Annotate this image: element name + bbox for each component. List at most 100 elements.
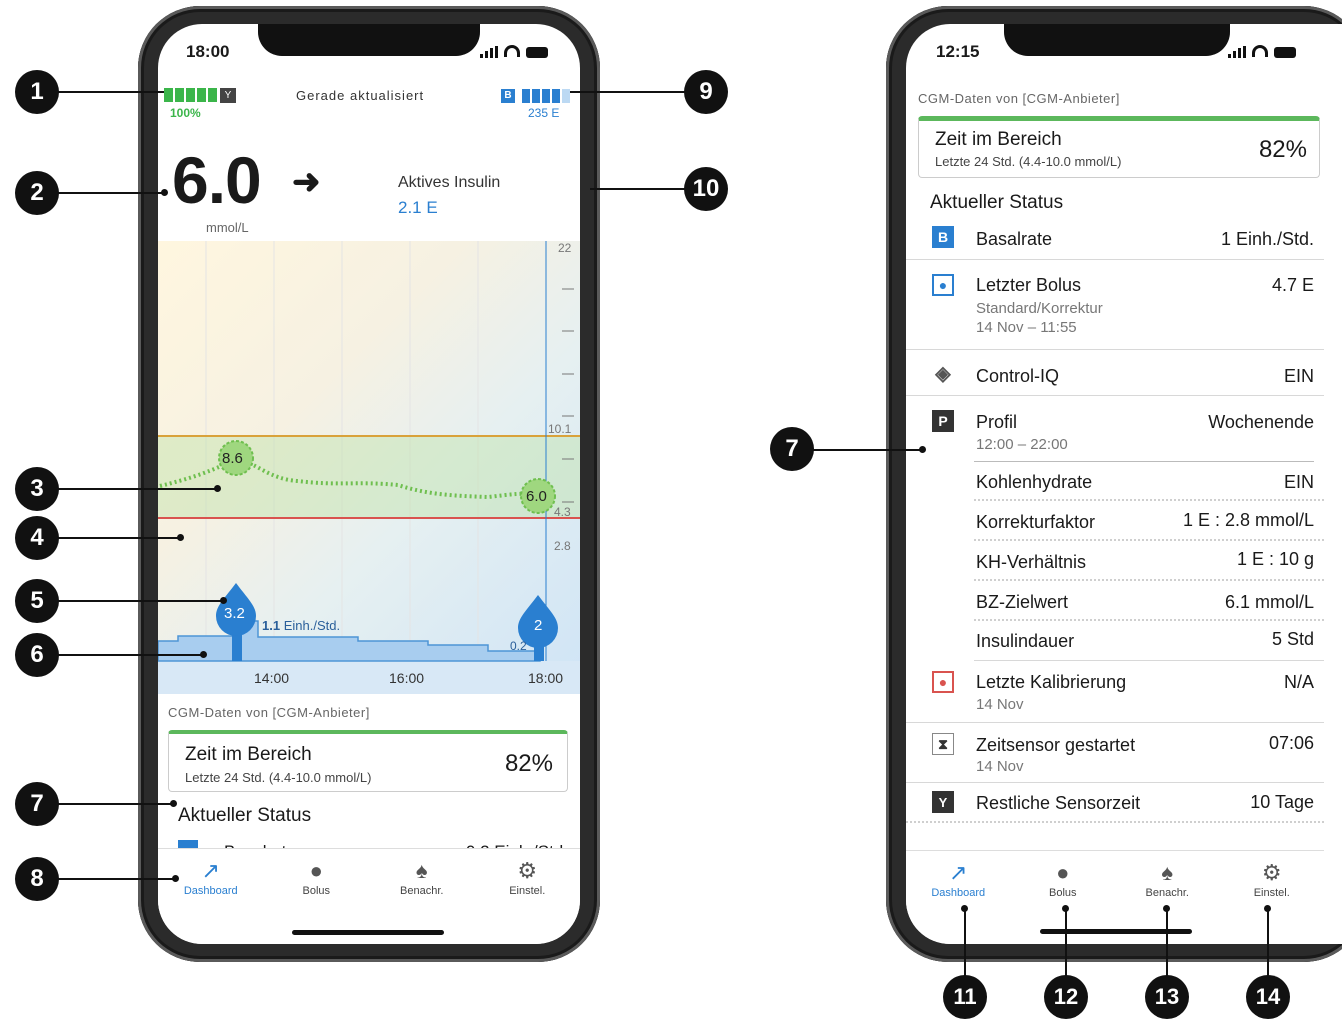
chart-line-icon: ↗ bbox=[201, 858, 220, 883]
y-tick-10: 10.1 bbox=[548, 422, 572, 436]
tab-label: Dashboard bbox=[183, 885, 238, 897]
sensor-icon: Y bbox=[932, 791, 954, 813]
sensor-icon: Y bbox=[220, 88, 236, 103]
callout-dot bbox=[220, 597, 227, 604]
basal-rate-value: 1.1 bbox=[262, 618, 281, 633]
callout-14: 14 bbox=[1246, 975, 1290, 1019]
callout-dot bbox=[961, 905, 968, 912]
battery-icon bbox=[1274, 47, 1296, 58]
callout-dot bbox=[1264, 905, 1271, 912]
tab-dashboard[interactable]: ↗ Dashboard bbox=[166, 857, 256, 944]
cgm-source: CGM-Daten von [CGM-Anbieter] bbox=[918, 91, 1120, 106]
row-profile[interactable]: P Profil Wochenende 12:00 – 22:00 bbox=[906, 396, 1324, 462]
basal-rate-unit: Einh./Std. bbox=[283, 618, 341, 633]
signal-icon bbox=[480, 46, 498, 58]
cgm-source: CGM-Daten von [CGM-Anbieter] bbox=[168, 705, 370, 720]
pump-battery-bar bbox=[164, 88, 217, 102]
callout-dot bbox=[1163, 905, 1170, 912]
callout-dot bbox=[161, 189, 168, 196]
row-last-calibration[interactable]: ● Letzte Kalibrierung N/A 14 Nov bbox=[906, 661, 1324, 723]
row-carbs: Kohlenhydrate EIN bbox=[974, 463, 1324, 501]
tab-label: Einstel. bbox=[509, 885, 546, 897]
x-label-16: 16:00 bbox=[389, 670, 425, 686]
profile-icon: P bbox=[932, 410, 954, 432]
chart-line-icon: ↗ bbox=[949, 860, 968, 885]
row-value: 1 E : 10 g bbox=[1236, 549, 1314, 569]
y-tick-22: 22 bbox=[558, 241, 572, 255]
row-sensor-remaining[interactable]: Y Restliche Sensorzeit 10 Tage bbox=[906, 783, 1324, 823]
row-carb-ratio: KH-Verhältnis 1 E : 10 g bbox=[974, 541, 1324, 581]
bubble-current-value: 6.0 bbox=[526, 488, 547, 505]
notch bbox=[258, 24, 480, 56]
calibration-date: 14 Nov bbox=[976, 696, 1024, 713]
callout-line-4 bbox=[58, 537, 180, 539]
callout-1: 1 bbox=[15, 70, 59, 114]
glucose-chart[interactable]: 22 10.1 4.3 2.8 8.6 6.0 3.2 2 1.1 Einh./… bbox=[158, 241, 580, 694]
calibration-drop-icon: ● bbox=[932, 671, 954, 693]
tir-subtitle: Letzte 24 Std. (4.4-10.0 mmol/L) bbox=[935, 154, 1122, 169]
callout-4: 4 bbox=[15, 516, 59, 560]
row-value: N/A bbox=[1283, 672, 1314, 692]
time-in-range-card[interactable]: Zeit im Bereich Letzte 24 Std. (4.4-10.0… bbox=[168, 730, 568, 792]
row-value: EIN bbox=[1283, 366, 1314, 386]
callout-9: 9 bbox=[684, 70, 728, 114]
bolus-drop-icon: ● bbox=[932, 274, 954, 296]
updated-text: Gerade aktualisiert bbox=[296, 88, 425, 103]
active-insulin-value[interactable]: 2.1 E bbox=[398, 198, 438, 218]
drop-icon: ● bbox=[309, 858, 323, 883]
row-basal[interactable]: B Basalrate 1 Einh./Std. bbox=[906, 220, 1324, 260]
tab-dashboard[interactable]: ↗ Dashboard bbox=[913, 859, 1003, 944]
callout-2: 2 bbox=[15, 171, 59, 215]
callout-line-6 bbox=[58, 654, 204, 656]
row-label: Control-IQ bbox=[976, 366, 1060, 386]
row-control-iq[interactable]: ◈ Control-IQ EIN bbox=[906, 350, 1324, 396]
wifi-icon bbox=[1252, 45, 1268, 57]
row-label: Restliche Sensorzeit bbox=[976, 793, 1141, 813]
callout-8: 8 bbox=[15, 857, 59, 901]
callout-13: 13 bbox=[1145, 975, 1189, 1019]
row-label: Insulindauer bbox=[976, 631, 1075, 651]
callout-dot bbox=[214, 485, 221, 492]
callout-dot bbox=[919, 446, 926, 453]
row-label: Letzter Bolus bbox=[976, 275, 1082, 295]
callout-line-3 bbox=[58, 488, 218, 490]
basal-rate-label: 1.1 Einh./Std. bbox=[262, 618, 340, 633]
bell-icon: ♠ bbox=[1161, 860, 1174, 885]
row-value: 10 Tage bbox=[1250, 792, 1314, 812]
row-value: 1 Einh./Std. bbox=[1220, 229, 1314, 249]
callout-dot bbox=[177, 534, 184, 541]
callout-7b: 7 bbox=[770, 427, 814, 471]
tab-settings[interactable]: ⚙ Einstel. bbox=[482, 857, 572, 944]
gear-icon: ⚙ bbox=[1261, 860, 1282, 885]
right-phone-screen: 12:15 CGM-Daten von [CGM-Anbieter] Zeit … bbox=[906, 24, 1342, 944]
x-label-14: 14:00 bbox=[254, 670, 290, 686]
profile-time: 12:00 – 22:00 bbox=[976, 436, 1068, 453]
tir-title: Zeit im Bereich bbox=[185, 744, 312, 765]
tab-settings[interactable]: ⚙ Einstel. bbox=[1227, 859, 1317, 944]
tir-title: Zeit im Bereich bbox=[935, 129, 1062, 150]
row-label: Kohlenhydrate bbox=[976, 472, 1093, 492]
status-heading: Aktueller Status bbox=[178, 805, 312, 826]
glucose-value: 6.0 bbox=[172, 143, 262, 217]
tab-label: Dashboard bbox=[931, 887, 986, 899]
battery-percent: 100% bbox=[170, 106, 201, 120]
callout-6: 6 bbox=[15, 633, 59, 677]
chart-svg bbox=[158, 241, 580, 694]
row-label: Letzte Kalibrierung bbox=[976, 672, 1127, 692]
control-iq-icon: ◈ bbox=[935, 362, 951, 385]
row-sensor-started[interactable]: ⧗ Zeitsensor gestartet 07:06 14 Nov bbox=[906, 723, 1324, 783]
callout-5: 5 bbox=[15, 579, 59, 623]
row-value: 4.7 E bbox=[1271, 275, 1314, 295]
time-in-range-card[interactable]: Zeit im Bereich Letzte 24 Std. (4.4-10.0… bbox=[918, 116, 1320, 178]
tab-label: Einstel. bbox=[1253, 887, 1290, 899]
bolus-1-value: 3.2 bbox=[224, 605, 245, 622]
callout-line-7 bbox=[58, 803, 174, 805]
bolus-2-value: 2 bbox=[534, 617, 543, 634]
tab-label: Benachr. bbox=[400, 885, 444, 897]
callout-dot bbox=[200, 651, 207, 658]
row-last-bolus[interactable]: ● Letzter Bolus 4.7 E Standard/Korrektur… bbox=[906, 260, 1324, 350]
callout-12: 12 bbox=[1044, 975, 1088, 1019]
y-tick-2: 2.8 bbox=[554, 539, 571, 553]
insulin-units: 235 E bbox=[528, 106, 560, 120]
row-value: 1 E : 2.8 mmol/L bbox=[1182, 510, 1314, 530]
